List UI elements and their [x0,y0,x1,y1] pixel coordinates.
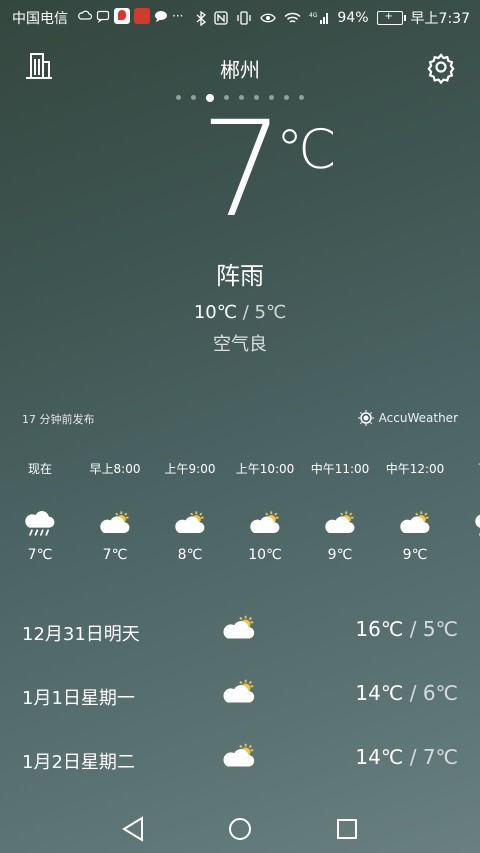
today-low: 5℃ [254,302,287,323]
daily-separator: / [409,745,417,769]
svg-text:4G: 4G [309,12,318,19]
current-temperature: 7 [200,93,284,247]
chat-bubble-icon [155,11,167,22]
hourly-item: 下午 6 9 [450,460,480,563]
hourly-time: 中午12:00 [385,462,445,476]
rain-cloud-icon [25,511,55,536]
hourly-time: 早上8:00 [89,462,141,476]
range-separator: / [242,302,249,323]
vibrate-icon [237,11,252,25]
air-quality: 空气良 [213,334,267,355]
hourly-temp: 8℃ [177,547,203,563]
partly-cloudy-icon [223,679,255,703]
daily-separator: / [409,681,417,705]
partly-cloudy-icon [250,511,280,533]
signal-icon: 4G [309,12,329,24]
page-dot [299,95,304,100]
recents-icon[interactable] [337,819,357,839]
hourly-time: 上午9:00 [164,462,216,476]
app-notification-icon [114,8,130,24]
daily-high: 14℃ [355,745,404,769]
daily-range: 14℃ / 7℃ [355,745,458,769]
eye-comfort-icon [260,13,277,23]
provider-credit[interactable]: AccuWeather [357,410,458,426]
provider-name: AccuWeather [378,411,458,425]
rain-cloud-icon [475,514,480,536]
daily-row[interactable]: 1月2日星期二 14℃ / 7℃ [0,739,480,779]
hourly-item: 现在 7℃ [0,460,80,563]
hourly-temp: 9℃ [402,547,428,563]
carrier-label: 中国电信 [12,11,68,27]
hourly-item: 中午11:00 9℃ [300,460,380,563]
notification-icons: ··· [78,8,183,24]
hourly-item: 上午10:00 10℃ [225,460,305,563]
daily-date: 1月2日星期二 [22,752,135,773]
hourly-time: 中午11:00 [310,462,370,476]
hourly-temp: 7℃ [102,547,128,563]
daily-separator: / [409,617,417,641]
daily-row[interactable]: 12月31日明天 16℃ / 5℃ [0,611,480,651]
hourly-temp: 10℃ [248,547,282,563]
more-notifications-icon: ··· [172,9,184,23]
partly-cloudy-icon [175,511,205,533]
daily-low: 6℃ [422,681,458,705]
partly-cloudy-icon [223,615,255,639]
partly-cloudy-icon [100,511,130,533]
temperature-unit: ℃ [276,118,337,181]
cloud-icon [78,10,92,20]
hourly-temp: 9℃ [327,547,353,563]
home-icon[interactable] [229,818,251,840]
partly-cloudy-icon [325,511,355,533]
daily-high: 14℃ [355,681,404,705]
bluetooth-icon [196,10,207,26]
system-icons: 4G 94% + 早上7:37 [196,8,470,28]
weather-condition: 阵雨 [216,262,264,290]
hourly-time: 现在 [27,462,52,476]
daily-row[interactable]: 1月1日星期一 14℃ / 6℃ [0,675,480,715]
page-dot [176,95,181,100]
daily-low: 5℃ [422,617,458,641]
partly-cloudy-icon [223,743,255,767]
app-notification-icon [134,8,150,24]
hourly-temp: 7℃ [27,547,53,563]
hourly-item: 中午12:00 9℃ [375,460,455,563]
publish-time: 17 分钟前发布 [22,413,95,426]
message-icon [96,10,110,23]
daily-date: 1月1日星期一 [22,688,135,709]
daily-range: 16℃ / 5℃ [355,617,458,641]
navigation-bar [122,816,357,842]
hourly-time: 下午 [450,460,480,477]
nfc-icon [214,11,229,25]
hourly-time: 上午10:00 [235,462,295,476]
hourly-temp: 9 [450,547,480,563]
city-name: 郴州 [220,58,260,82]
hourly-item: 早上8:00 7℃ [75,460,155,563]
hourly-item: 上午9:00 8℃ [150,460,230,563]
status-bar: 中国电信 ··· 4G 94% + 早上7:37 [0,0,480,34]
daily-high: 16℃ [355,617,404,641]
battery-percent: 94% [337,10,369,26]
partly-cloudy-icon [400,511,430,533]
hourly-forecast[interactable]: 现在 7℃ 早上8:00 7℃ 上午9:00 8℃ 上午10:00 10℃ 中午11:00 9℃ 中… [0,460,480,580]
daily-low: 7℃ [422,745,458,769]
hourly-extra: 6 [450,484,480,500]
today-high: 10℃ [193,302,237,323]
back-icon[interactable] [122,816,143,842]
page-dot [284,95,289,100]
page-dot [191,95,196,100]
accuweather-logo-icon [357,410,374,426]
wifi-icon [284,12,301,23]
battery-icon: + [376,11,406,25]
daily-range: 14℃ / 6℃ [355,681,458,705]
clock: 早上7:37 [410,11,470,27]
settings-gear-icon[interactable] [424,50,458,84]
today-temp-range: 10℃ / 5℃ [0,302,480,323]
daily-date: 12月31日明天 [22,624,140,645]
